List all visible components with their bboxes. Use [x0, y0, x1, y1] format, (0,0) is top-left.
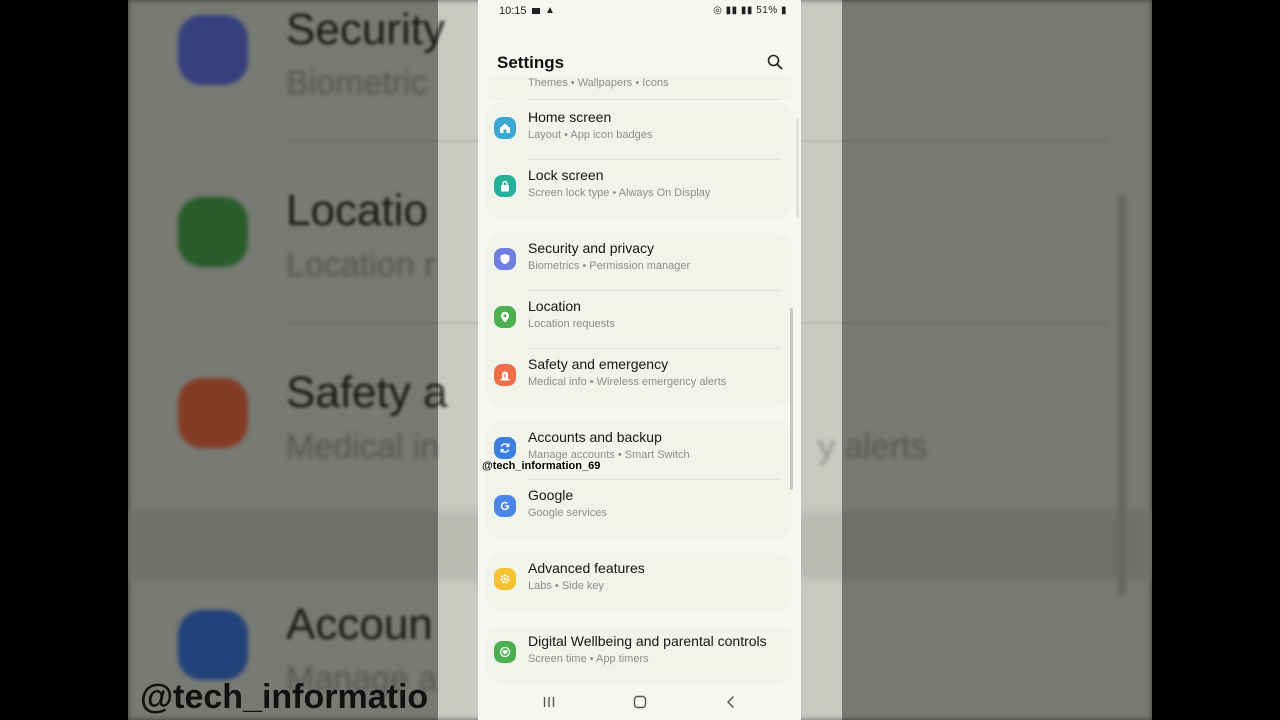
item-subtitle: Layout • App icon badges — [528, 129, 653, 141]
partial-subtitle: Themes • Wallpapers • Icons — [528, 77, 669, 89]
page-title: Settings — [497, 53, 565, 72]
wellbeing-icon — [494, 641, 516, 663]
bg-dim-left — [128, 0, 438, 720]
status-right: ◎ ▮▮ ▮▮ 51% ▮ — [713, 5, 787, 16]
signal-icon: ▮▮ — [740, 5, 753, 16]
settings-item-home-screen[interactable]: Home screen Layout • App icon badges — [486, 102, 793, 160]
hotspot-icon: ◎ — [713, 5, 723, 16]
bg-watermark: @tech_informatio — [140, 678, 429, 716]
card-group-2: Security and privacy Biometrics • Permis… — [486, 233, 793, 407]
home-button[interactable] — [630, 692, 650, 712]
item-title: Accounts and backup — [528, 429, 662, 445]
phone-screen: 10:15 ▲ ◎ ▮▮ ▮▮ 51% ▮ Settings Themes • … — [478, 0, 801, 720]
item-subtitle: Screen lock type • Always On Display — [528, 187, 711, 199]
location-pin-icon — [494, 306, 516, 328]
battery-icon: ▮ — [780, 5, 787, 16]
sync-icon — [494, 437, 516, 459]
scrollbar-track — [796, 118, 799, 218]
google-icon — [494, 495, 516, 517]
lock-icon — [494, 175, 516, 197]
item-subtitle: Screen time • App timers — [528, 653, 649, 665]
item-subtitle: Biometrics • Permission manager — [528, 260, 691, 272]
separator — [528, 99, 781, 100]
item-subtitle: Google services — [528, 507, 607, 519]
back-icon — [726, 695, 735, 709]
card-group-1: Home screen Layout • App icon badges Loc… — [486, 102, 793, 218]
item-title: Advanced features — [528, 560, 645, 576]
warning-icon: ▲ — [545, 5, 555, 16]
settings-item-safety-emergency[interactable]: Safety and emergency Medical info • Wire… — [486, 349, 793, 407]
recent-apps-icon — [543, 697, 555, 707]
emergency-icon — [494, 364, 516, 386]
settings-item-security-privacy[interactable]: Security and privacy Biometrics • Permis… — [486, 233, 793, 291]
item-title: Location — [528, 298, 581, 314]
home-icon — [494, 117, 516, 139]
navigation-bar — [478, 684, 801, 720]
search-icon — [767, 54, 783, 70]
card-group-5: Digital Wellbeing and parental controls … — [486, 626, 793, 684]
gear-plus-icon — [494, 568, 516, 590]
card-group-3: Accounts and backup Manage accounts • Sm… — [486, 422, 793, 538]
back-button[interactable] — [721, 692, 741, 712]
settings-item-location[interactable]: Location Location requests — [486, 291, 793, 349]
item-title: Safety and emergency — [528, 356, 669, 372]
item-title: Google — [528, 487, 574, 503]
card-group-4: Advanced features Labs • Side key — [486, 553, 793, 611]
battery-text: 51% — [756, 5, 778, 16]
watermark: @tech_information_69 — [482, 460, 601, 472]
settings-item-lock-screen[interactable]: Lock screen Screen lock type • Always On… — [486, 160, 793, 218]
settings-item-google[interactable]: Google Google services — [486, 480, 793, 538]
bg-dim-right — [842, 0, 1152, 720]
status-bar: 10:15 ▲ ◎ ▮▮ ▮▮ 51% ▮ — [478, 0, 801, 24]
item-title: Digital Wellbeing and parental controls — [528, 633, 767, 649]
settings-item-advanced-features[interactable]: Advanced features Labs • Side key — [486, 553, 793, 611]
item-title: Lock screen — [528, 167, 604, 183]
item-subtitle: Labs • Side key — [528, 580, 605, 592]
search-button[interactable] — [764, 51, 786, 73]
item-subtitle: Medical info • Wireless emergency alerts — [528, 376, 727, 388]
item-subtitle: Location requests — [528, 318, 615, 330]
scrollbar[interactable] — [790, 308, 793, 490]
card-partial: Themes • Wallpapers • Icons — [486, 76, 793, 100]
item-title: Security and privacy — [528, 240, 655, 256]
item-title: Home screen — [528, 109, 612, 125]
signal-icon: ▮▮ — [725, 5, 738, 16]
status-time: 10:15 — [499, 5, 527, 17]
recent-apps-button[interactable] — [539, 692, 559, 712]
video-icon — [532, 8, 540, 14]
home-nav-icon — [633, 695, 647, 709]
shield-icon — [494, 248, 516, 270]
settings-item-digital-wellbeing[interactable]: Digital Wellbeing and parental controls … — [486, 626, 793, 684]
